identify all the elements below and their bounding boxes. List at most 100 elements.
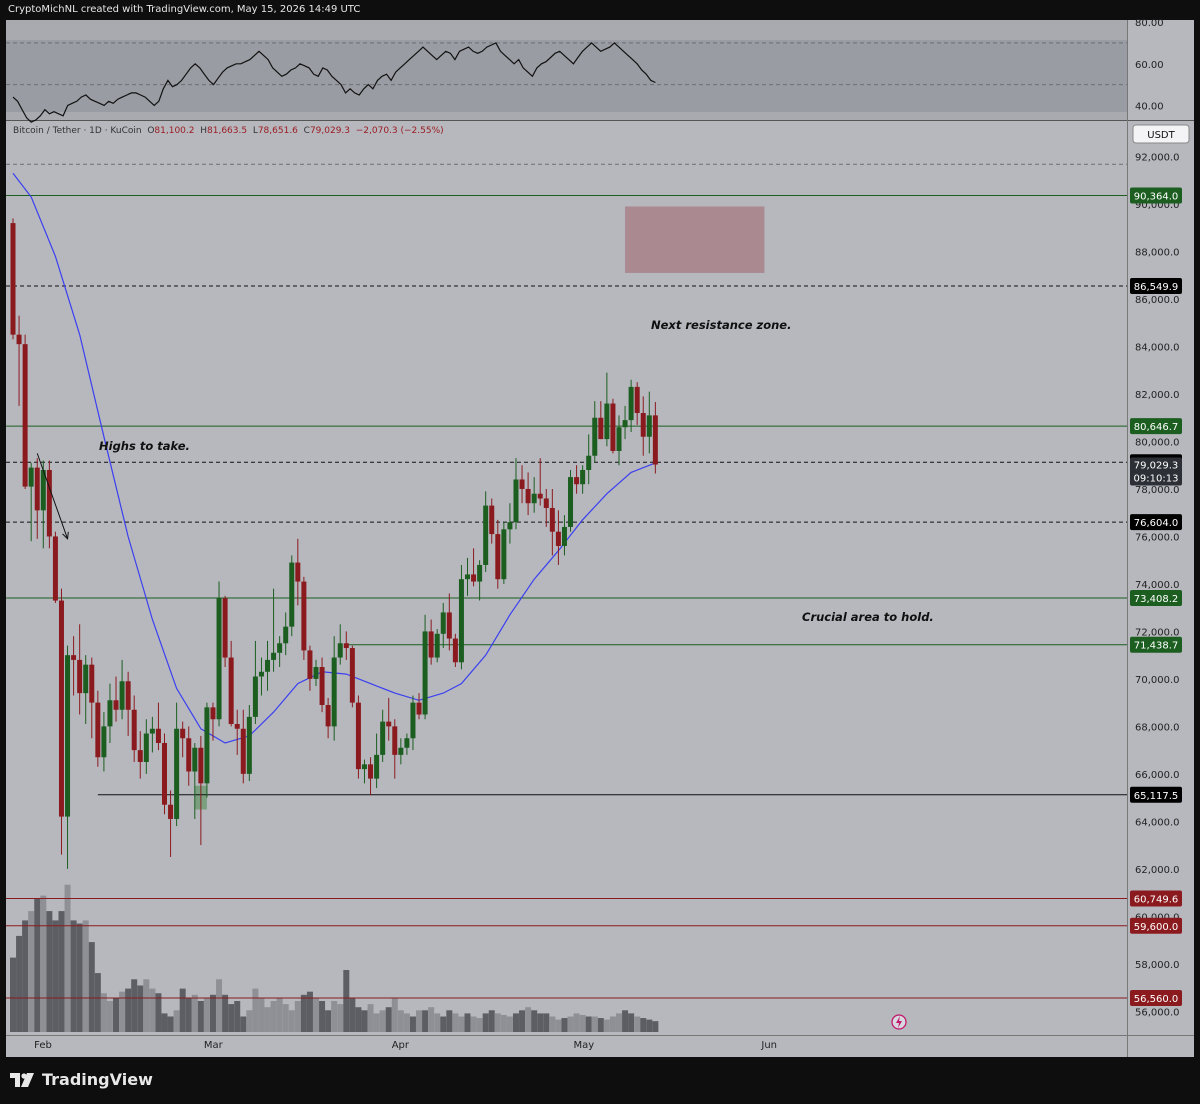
- volume-bar: [531, 1010, 538, 1032]
- candle-body: [301, 581, 307, 651]
- price-tick-label: 92,000.0: [1135, 153, 1180, 164]
- volume-bar: [82, 920, 89, 1032]
- volume-bar: [106, 1001, 113, 1032]
- candle-body: [204, 707, 210, 784]
- candle-body: [561, 526, 567, 546]
- volume-bar: [246, 1010, 253, 1032]
- volume-bar: [349, 997, 356, 1032]
- volume-bar: [609, 1016, 616, 1032]
- volume-bar: [258, 997, 265, 1032]
- candle-body: [198, 747, 204, 784]
- volume-bar: [379, 1010, 386, 1032]
- volume-bar: [561, 1018, 568, 1032]
- candle: [568, 469, 574, 532]
- currency-selector[interactable]: USDT: [1132, 124, 1190, 144]
- level-price-tag: 90,364.0: [1130, 187, 1182, 204]
- candle-body: [149, 728, 155, 734]
- main-pane-background: [6, 121, 1127, 1035]
- volume-bar: [416, 1010, 423, 1032]
- level-price-tag: 86,549.9: [1130, 277, 1182, 294]
- volume-bar: [173, 1010, 180, 1032]
- candle-body: [634, 386, 640, 414]
- volume-bar: [622, 1010, 629, 1032]
- volume-bar: [319, 1001, 326, 1032]
- candle-body: [380, 721, 386, 755]
- candle-body: [28, 467, 34, 487]
- candle-body: [622, 420, 628, 428]
- candle-body: [337, 643, 343, 658]
- candle-body: [240, 728, 246, 774]
- candle-body: [580, 469, 586, 485]
- volume-bar: [100, 993, 107, 1032]
- flash-icon[interactable]: [891, 1014, 907, 1030]
- volume-bar: [58, 911, 65, 1032]
- volume-bar: [488, 1010, 495, 1032]
- level-price-tag-text: 56,560.0: [1134, 994, 1179, 1005]
- candle-body: [210, 707, 216, 720]
- volume-bar: [270, 1001, 277, 1032]
- volume-bar: [64, 884, 71, 1032]
- candle-body: [65, 655, 71, 817]
- volume-bar: [34, 898, 41, 1032]
- level-price-tag: 71,438.7: [1130, 636, 1182, 653]
- volume-bar: [155, 993, 162, 1032]
- candle-body: [216, 598, 222, 720]
- volume-bar: [482, 1013, 489, 1032]
- candle-body: [628, 386, 634, 421]
- volume-bar: [40, 895, 47, 1032]
- candle-body: [440, 612, 446, 634]
- candle-body: [52, 536, 58, 601]
- level-price-tag: 80,646.7: [1130, 418, 1182, 435]
- volume-bar: [452, 1013, 459, 1032]
- candle-body: [10, 223, 16, 335]
- volume-bar: [391, 997, 398, 1032]
- volume-bar: [46, 911, 53, 1032]
- candle-body: [465, 574, 470, 580]
- candle-body: [410, 702, 416, 739]
- volume-bar: [512, 1013, 519, 1032]
- volume-bar: [185, 997, 192, 1032]
- volume-bar: [10, 957, 16, 1032]
- price-tick-label: 76,000.0: [1135, 532, 1180, 543]
- candle-body: [277, 643, 283, 653]
- volume-bar: [343, 970, 350, 1032]
- volume-bar: [161, 1013, 168, 1032]
- tradingview-logo[interactable]: TradingView: [10, 1070, 153, 1089]
- volume-bar: [409, 1016, 416, 1032]
- chart-canvas: 40.00 60.00 80.00 Next resistance zone. Hig…: [6, 18, 1194, 1057]
- level-price-tag-text: 86,549.9: [1134, 282, 1179, 293]
- candle-body: [271, 652, 277, 660]
- legend-symbol: Bitcoin / Tether · 1D · KuCoin: [13, 126, 142, 136]
- candle-body: [574, 477, 580, 485]
- volume-bar: [646, 1019, 653, 1032]
- candle-body: [113, 700, 119, 710]
- legend-high-label: H: [200, 126, 207, 136]
- candle: [10, 218, 16, 340]
- price-tick-label: 58,000.0: [1135, 960, 1180, 971]
- volume-bar: [543, 1013, 550, 1032]
- volume-bar: [331, 1001, 338, 1032]
- volume-bar: [167, 1016, 174, 1032]
- candle: [22, 334, 28, 489]
- volume-bar: [137, 985, 144, 1032]
- volume-bar: [579, 1014, 586, 1032]
- price-tick-label: 62,000.0: [1135, 865, 1180, 876]
- candle-body: [162, 742, 167, 805]
- volume-bar: [264, 1007, 271, 1032]
- candle: [452, 633, 458, 668]
- price-tick-label: 88,000.0: [1135, 248, 1180, 259]
- candle-body: [319, 667, 325, 706]
- candle-body: [71, 655, 77, 660]
- candle-body: [22, 344, 28, 487]
- candle-body: [604, 403, 610, 440]
- level-price-tag: 56,560.0: [1130, 989, 1182, 1006]
- symbol-legend: Bitcoin / Tether · 1D · KuCoin O81,100.2…: [13, 126, 444, 136]
- volume-bar: [397, 1010, 404, 1032]
- volume-bar: [616, 1013, 622, 1032]
- candle: [216, 581, 222, 727]
- volume-bar: [640, 1018, 647, 1032]
- volume-bar: [288, 1010, 295, 1032]
- candle-body: [77, 659, 83, 694]
- candle-body: [404, 738, 410, 748]
- candle-body: [513, 479, 519, 523]
